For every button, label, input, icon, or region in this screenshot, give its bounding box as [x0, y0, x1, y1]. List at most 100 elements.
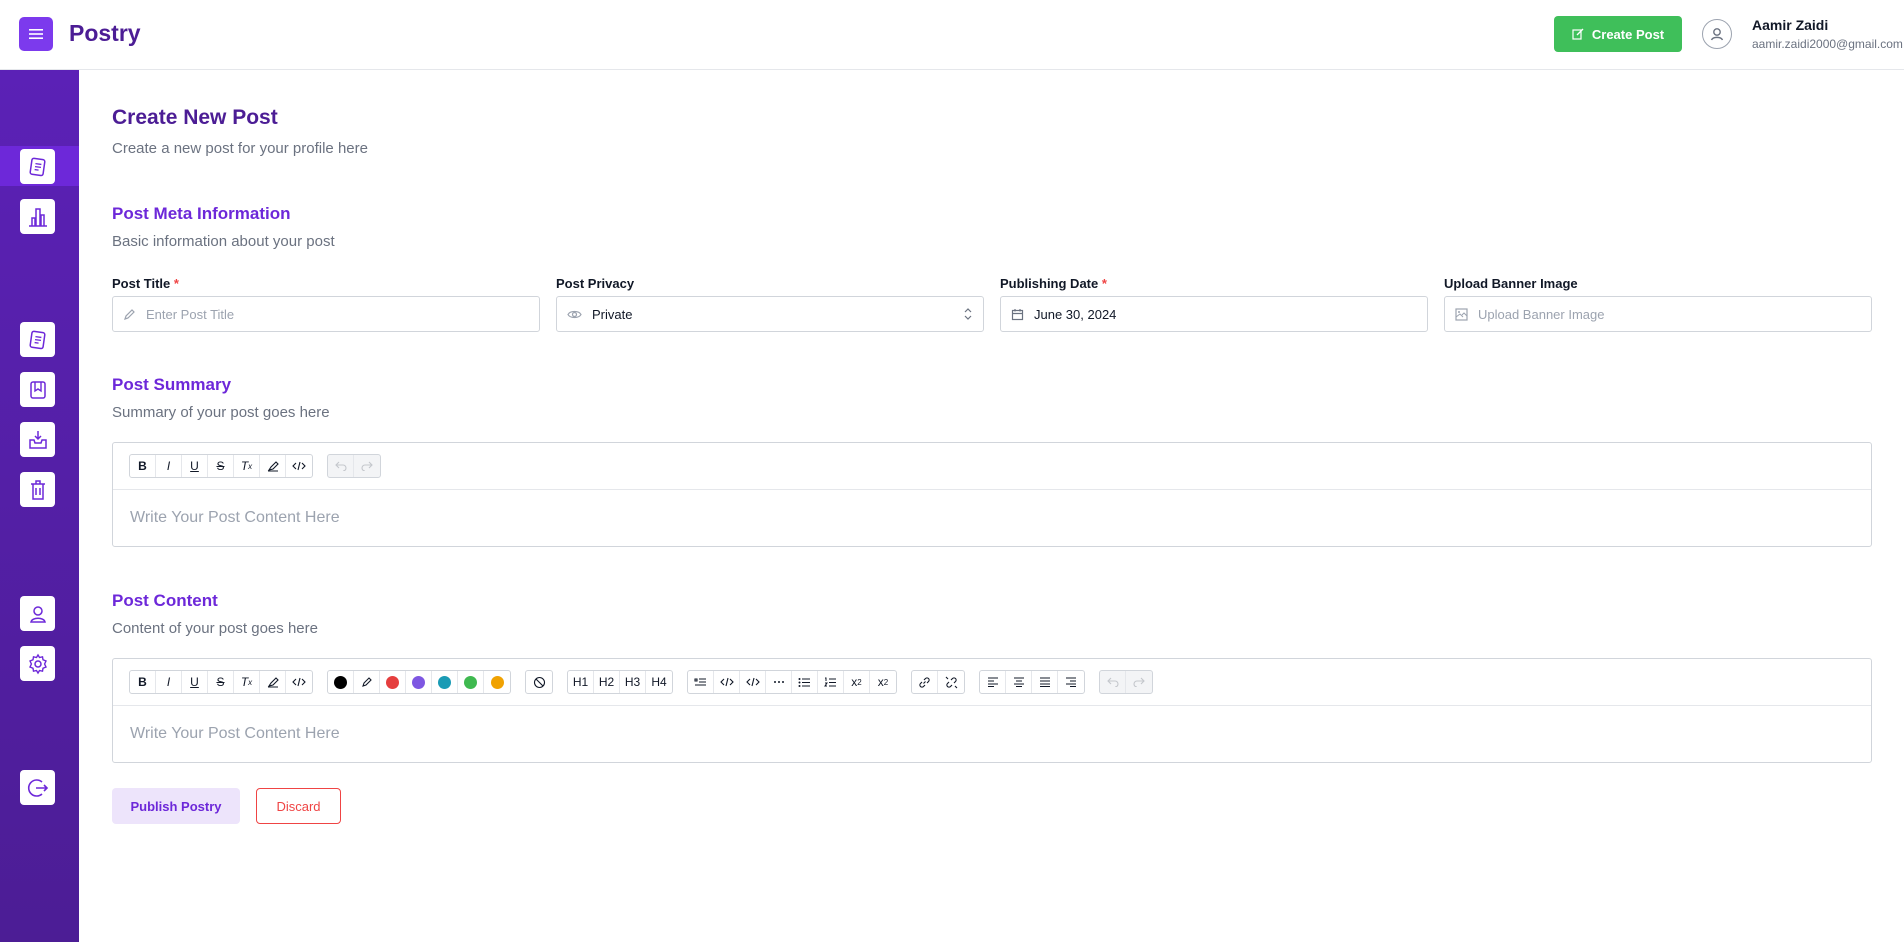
publishing-date-label: Publishing Date * [1000, 276, 1107, 291]
italic-button[interactable]: I [156, 455, 182, 477]
trash-icon [30, 479, 45, 500]
color-red-button[interactable] [380, 671, 406, 693]
sidebar-item-analytics[interactable] [20, 199, 55, 234]
color-swatch [490, 675, 504, 689]
code-block-button[interactable] [714, 671, 740, 693]
color-orange-button[interactable] [484, 671, 510, 693]
color-swatch [334, 675, 347, 689]
post-privacy-label: Post Privacy [556, 276, 635, 291]
user-name: Aamir Zaidi [1752, 17, 1829, 33]
sidebar-item-drafts[interactable] [20, 322, 55, 357]
heading-2-button[interactable]: H2 [594, 671, 620, 693]
upload-banner-input[interactable] [1478, 306, 1838, 322]
post-title-input[interactable] [146, 306, 506, 322]
redo-button[interactable] [354, 455, 380, 477]
publishing-date-label-text: Publishing Date [1000, 276, 1099, 291]
clear-format-button[interactable]: Tx [234, 671, 260, 693]
code-button[interactable] [286, 671, 312, 693]
user-avatar[interactable] [1702, 19, 1732, 49]
post-title-label-text: Post Title [112, 276, 171, 291]
clear-format-button[interactable]: Tx [234, 455, 260, 477]
create-post-button[interactable]: Create Post [1554, 16, 1682, 52]
ordered-list-button[interactable] [818, 671, 844, 693]
ordered-list-icon [824, 677, 836, 686]
logout-icon [27, 778, 48, 797]
redo-button[interactable] [1126, 671, 1152, 693]
document-icon [28, 330, 46, 349]
code-icon [292, 677, 306, 687]
text-format-group: B I U S Tx [129, 670, 313, 694]
blockquote-button[interactable] [688, 671, 714, 693]
heading-1-button[interactable]: H1 [568, 671, 594, 693]
custom-color-button[interactable] [354, 671, 380, 693]
code-icon [745, 677, 760, 687]
user-icon [29, 605, 46, 623]
inline-code-button[interactable] [740, 671, 766, 693]
discard-button[interactable]: Discard [256, 788, 341, 824]
align-left-icon [987, 677, 998, 687]
content-editor-area[interactable]: Write Your Post Content Here [113, 706, 1871, 762]
menu-toggle-button[interactable] [19, 17, 53, 51]
highlight-button[interactable] [260, 671, 286, 693]
publish-button[interactable]: Publish Postry [112, 788, 240, 824]
summary-section-subtitle: Summary of your post goes here [112, 404, 330, 421]
align-justify-icon [1039, 677, 1050, 687]
bullet-list-button[interactable] [792, 671, 818, 693]
sidebar-item-archive[interactable] [20, 422, 55, 457]
underline-button[interactable]: U [182, 671, 208, 693]
publishing-date-field[interactable]: June 30, 2024 [1000, 296, 1428, 332]
bold-button[interactable]: B [130, 671, 156, 693]
color-swatch [412, 675, 425, 689]
heading-3-button[interactable]: H3 [620, 671, 646, 693]
link-group [911, 670, 965, 694]
brand-logo[interactable]: Postry [69, 20, 141, 47]
code-button[interactable] [286, 455, 312, 477]
highlight-button[interactable] [260, 455, 286, 477]
color-swatch [464, 675, 477, 689]
color-green-button[interactable] [458, 671, 484, 693]
quote-icon [694, 677, 706, 686]
sidebar-item-logout[interactable] [20, 770, 55, 805]
post-privacy-select[interactable]: Private [556, 296, 984, 332]
superscript-button[interactable]: x2 [870, 671, 896, 693]
link-button[interactable] [912, 671, 938, 693]
undo-button[interactable] [328, 455, 354, 477]
strikethrough-button[interactable]: S [208, 455, 234, 477]
sidebar-item-settings[interactable] [20, 646, 55, 681]
hamburger-icon [29, 29, 43, 39]
upload-banner-field[interactable] [1444, 296, 1872, 332]
summary-toolbar: B I U S Tx [113, 443, 1871, 490]
sidebar-item-bookmarks[interactable] [20, 372, 55, 407]
strikethrough-button[interactable]: S [208, 671, 234, 693]
calendar-icon [1011, 308, 1024, 320]
sidebar-item-profile[interactable] [20, 596, 55, 631]
undo-button[interactable] [1100, 671, 1126, 693]
link-icon [919, 676, 930, 688]
bold-button[interactable]: B [130, 455, 156, 477]
align-center-button[interactable] [1006, 671, 1032, 693]
meta-section-title: Post Meta Information [112, 204, 291, 223]
code-icon [292, 461, 306, 471]
color-black-button[interactable] [328, 671, 354, 693]
color-teal-button[interactable] [432, 671, 458, 693]
unset-color-button[interactable] [526, 671, 552, 693]
align-left-button[interactable] [980, 671, 1006, 693]
post-title-field[interactable] [112, 296, 540, 332]
align-justify-button[interactable] [1032, 671, 1058, 693]
no-color-icon [533, 676, 545, 688]
horizontal-rule-button[interactable] [766, 671, 792, 693]
sidebar-item-posts[interactable] [20, 149, 55, 184]
edit-icon [1572, 28, 1584, 40]
heading-4-button[interactable]: H4 [646, 671, 672, 693]
content-editor: B I U S Tx H1 H2 H3 H4 x 2 x 2 Write You… [112, 658, 1872, 763]
page-subtitle: Create a new post for your profile here [112, 140, 368, 157]
document-icon [28, 157, 46, 176]
underline-button[interactable]: U [182, 455, 208, 477]
sidebar-item-trash[interactable] [20, 472, 55, 507]
align-right-button[interactable] [1058, 671, 1084, 693]
color-purple-button[interactable] [406, 671, 432, 693]
unlink-button[interactable] [938, 671, 964, 693]
subscript-button[interactable]: x2 [844, 671, 870, 693]
summary-editor-area[interactable]: Write Your Post Content Here [113, 490, 1871, 546]
italic-button[interactable]: I [156, 671, 182, 693]
